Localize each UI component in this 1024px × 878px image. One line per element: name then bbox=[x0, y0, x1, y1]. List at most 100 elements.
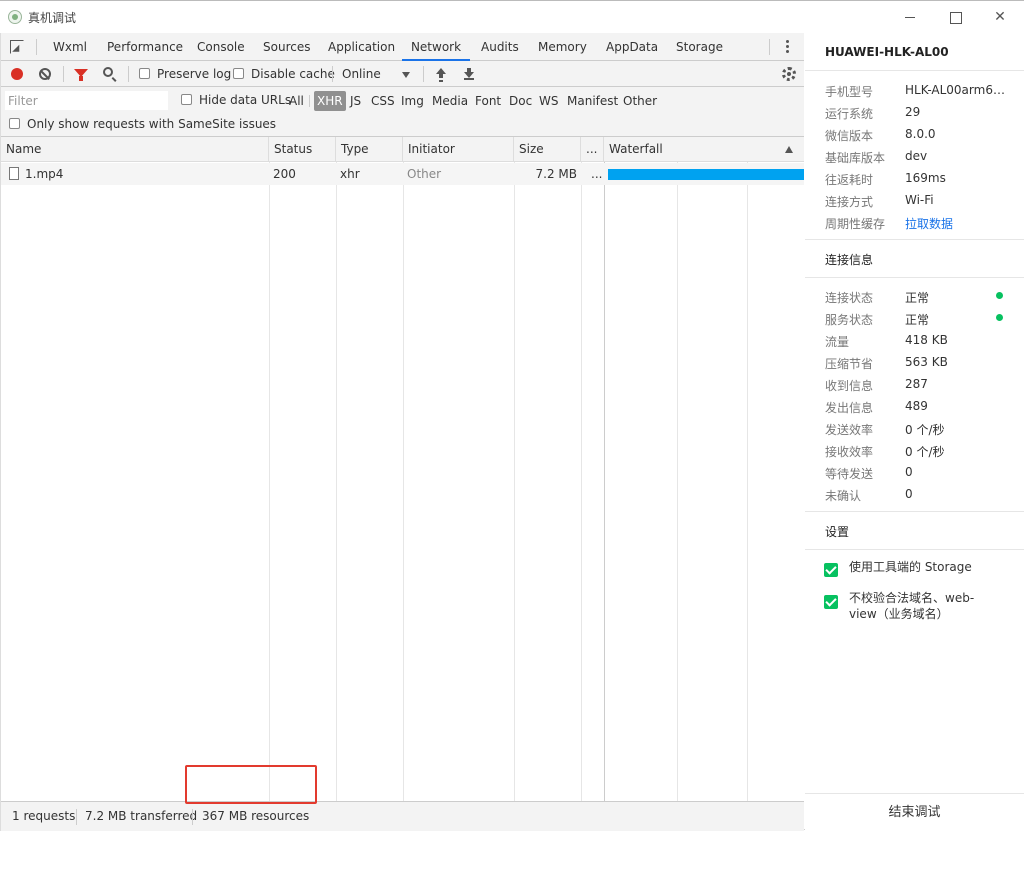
use-tool-storage-checkbox[interactable] bbox=[824, 563, 838, 577]
divider bbox=[805, 549, 1024, 550]
fetch-data-link[interactable]: 拉取数据 bbox=[905, 215, 1005, 232]
divider bbox=[805, 277, 1024, 278]
devtools-panel: Wxml Performance Console Sources Applica… bbox=[0, 33, 804, 831]
search-icon[interactable] bbox=[103, 67, 113, 77]
type-filter-img[interactable]: Img bbox=[398, 91, 427, 111]
type-filter-doc[interactable]: Doc bbox=[506, 91, 535, 111]
sort-ascending-icon[interactable] bbox=[785, 146, 793, 153]
annotation-highlight-box bbox=[185, 765, 317, 804]
column-divider bbox=[336, 162, 337, 801]
disable-cache-label: Disable cache bbox=[251, 67, 335, 81]
preserve-log-checkbox[interactable] bbox=[139, 68, 150, 79]
tab-wxml[interactable]: Wxml bbox=[53, 33, 87, 61]
tab-sources[interactable]: Sources bbox=[263, 33, 310, 61]
column-status[interactable]: Status bbox=[269, 137, 336, 162]
settings-section-title: 设置 bbox=[825, 525, 850, 539]
divider bbox=[423, 66, 424, 82]
inspect-element-icon[interactable] bbox=[10, 40, 24, 54]
info-label: 周期性缓存 bbox=[825, 217, 886, 231]
conn-value: 0 bbox=[905, 465, 913, 479]
connection-section-title: 连接信息 bbox=[825, 253, 874, 267]
disable-cache-checkbox[interactable] bbox=[233, 68, 244, 79]
skip-domain-check-label: 不校验合法域名、web-view（业务域名） bbox=[849, 591, 975, 621]
cell-type: xhr bbox=[340, 167, 360, 181]
conn-value: 563 KB bbox=[905, 355, 948, 369]
divider bbox=[76, 809, 77, 825]
conn-value: 489 bbox=[905, 399, 928, 413]
device-name: HUAWEI-HLK-AL00 bbox=[825, 45, 949, 59]
clear-icon[interactable] bbox=[39, 68, 51, 80]
conn-label: 收到信息 bbox=[825, 379, 874, 393]
divider bbox=[128, 66, 129, 82]
gear-icon[interactable] bbox=[782, 67, 796, 81]
info-label: 基础库版本 bbox=[825, 151, 886, 165]
column-initiator[interactable]: Initiator bbox=[403, 137, 514, 162]
column-name[interactable]: Name bbox=[1, 137, 269, 162]
samesite-checkbox[interactable] bbox=[9, 118, 20, 129]
conn-label: 等待发送 bbox=[825, 467, 874, 481]
type-filter-ws[interactable]: WS bbox=[536, 91, 561, 111]
tab-bar: Wxml Performance Console Sources Applica… bbox=[1, 33, 804, 61]
tab-storage[interactable]: Storage bbox=[676, 33, 723, 61]
info-value: HLK-AL00arm64-v8a bbox=[905, 83, 1005, 97]
cell-name[interactable]: 1.mp4 bbox=[25, 163, 63, 185]
tab-application[interactable]: Application bbox=[328, 33, 395, 61]
use-tool-storage-label: 使用工具端的 Storage bbox=[849, 560, 972, 574]
table-row[interactable]: 1.mp4 200 xhr Other 7.2 MB ... bbox=[1, 163, 804, 185]
conn-label: 服务状态 bbox=[825, 313, 874, 327]
type-filter-manifest[interactable]: Manifest bbox=[564, 91, 621, 111]
type-filter-js[interactable]: JS bbox=[347, 91, 364, 111]
maximize-icon[interactable] bbox=[945, 7, 965, 27]
type-filter-font[interactable]: Font bbox=[472, 91, 504, 111]
conn-value: 287 bbox=[905, 377, 928, 391]
column-size[interactable]: Size bbox=[514, 137, 581, 162]
throttling-select[interactable]: Online bbox=[342, 67, 381, 81]
tab-audits[interactable]: Audits bbox=[481, 33, 519, 61]
transferred-size: 7.2 MB transferred bbox=[85, 809, 198, 823]
tab-network[interactable]: Network bbox=[402, 33, 470, 61]
column-divider bbox=[403, 162, 404, 801]
info-value: 169ms bbox=[905, 171, 946, 185]
type-filter-media[interactable]: Media bbox=[429, 91, 471, 111]
minimize-icon[interactable] bbox=[900, 7, 920, 27]
column-time[interactable]: ... bbox=[581, 137, 604, 162]
tab-console[interactable]: Console bbox=[197, 33, 245, 61]
type-filter-xhr[interactable]: XHR bbox=[314, 91, 346, 111]
column-type[interactable]: Type bbox=[336, 137, 403, 162]
info-value: 29 bbox=[905, 105, 921, 119]
export-har-icon[interactable] bbox=[463, 68, 475, 80]
end-debug-button[interactable]: 结束调试 bbox=[805, 793, 1024, 831]
record-icon[interactable] bbox=[11, 68, 23, 80]
import-har-icon[interactable] bbox=[435, 68, 447, 80]
divider bbox=[332, 66, 333, 82]
waterfall-gridline bbox=[747, 162, 748, 801]
tab-appdata[interactable]: AppData bbox=[606, 33, 658, 61]
tab-performance[interactable]: Performance bbox=[107, 33, 183, 61]
conn-value: 0 bbox=[905, 487, 913, 501]
filter-icon[interactable] bbox=[74, 69, 88, 81]
hide-data-urls-checkbox[interactable] bbox=[181, 94, 192, 105]
network-toolbar: Preserve log Disable cache Online bbox=[1, 61, 804, 87]
cell-size: 7.2 MB bbox=[535, 167, 577, 181]
close-icon[interactable]: ✕ bbox=[990, 7, 1010, 27]
table-header: Name Status Type Initiator Size ... Wate… bbox=[1, 137, 804, 162]
conn-value: 0 个/秒 bbox=[905, 423, 945, 437]
type-filter-all[interactable]: All bbox=[286, 91, 307, 111]
skip-domain-check-checkbox[interactable] bbox=[824, 595, 838, 609]
divider bbox=[192, 809, 193, 825]
cell-status: 200 bbox=[273, 167, 296, 181]
divider bbox=[309, 95, 310, 107]
info-label: 微信版本 bbox=[825, 129, 874, 143]
samesite-label: Only show requests with SameSite issues bbox=[27, 117, 277, 131]
remote-debug-panel: HUAWEI-HLK-AL00 手机型号 HLK-AL00arm64-v8a 运… bbox=[805, 33, 1024, 831]
column-divider bbox=[514, 162, 515, 801]
type-filter-css[interactable]: CSS bbox=[368, 91, 398, 111]
chevron-down-icon[interactable] bbox=[402, 72, 410, 78]
tab-memory[interactable]: Memory bbox=[538, 33, 587, 61]
filter-input[interactable] bbox=[5, 91, 168, 110]
app-logo-icon bbox=[8, 10, 22, 24]
column-waterfall[interactable]: Waterfall bbox=[604, 137, 804, 162]
more-menu-icon[interactable] bbox=[786, 40, 790, 54]
hide-data-urls-label: Hide data URLs bbox=[199, 93, 292, 107]
type-filter-other[interactable]: Other bbox=[620, 91, 660, 111]
